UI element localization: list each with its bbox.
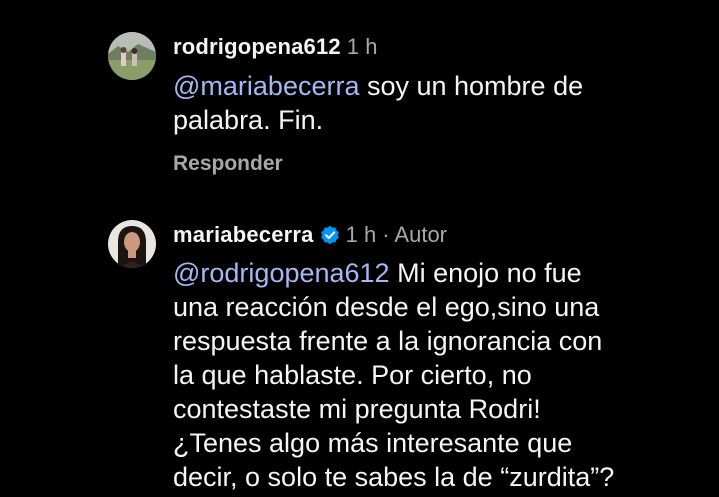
comment-line-text: soy un hombre de (359, 71, 584, 101)
comment-line: ¿Tenes algo más interesante que (173, 428, 573, 458)
comment-line: una reacción desde el ego,sino una (173, 292, 600, 322)
comment-rodrigopena612: rodrigopena612 1 h @mariabecerra soy un … (0, 0, 719, 200)
comment-line: respuesta frente a la ignorancia con (173, 326, 603, 356)
mention-link[interactable]: @rodrigopena612 (173, 258, 390, 288)
verified-badge-icon (320, 225, 339, 245)
comment-text: @rodrigopena612 Mi enojo no fue una reac… (173, 256, 602, 426)
comment-line: contestaste mi pregunta Rodri! (173, 394, 541, 424)
avatar-photo-icon (108, 220, 156, 268)
timestamp: 1 h (346, 34, 378, 59)
comment-line: la que hablaste. Por cierto, no (173, 360, 532, 390)
comment-header: rodrigopena612 1 h (173, 34, 377, 60)
avatar-photo-icon (108, 32, 156, 80)
comment-text: @mariabecerra soy un hombre de palabra. … (173, 69, 583, 137)
comment-line-text: Mi enojo no fue (389, 258, 582, 288)
username-link[interactable]: rodrigopena612 (173, 34, 341, 60)
comment-line: decir, o solo te sabes la de “zurdita”? (173, 462, 615, 492)
avatar-rodrigopena612[interactable] (108, 32, 156, 80)
timestamp: 1 h (345, 222, 377, 247)
author-label: · Autor (382, 222, 448, 247)
reply-button[interactable]: Responder (173, 152, 283, 176)
avatar-mariabecerra[interactable] (108, 220, 156, 268)
comment-line: @rodrigopena612 Mi enojo no fue (173, 256, 602, 290)
comment-text-continued: ¿Tenes algo más interesante que decir, o… (173, 426, 614, 494)
username-link[interactable]: mariabecerra (173, 222, 314, 248)
comment-line: palabra. Fin. (173, 105, 324, 135)
comment-mariabecerra: mariabecerra 1 h · Autor @rodrigopena612… (0, 200, 719, 497)
mention-link[interactable]: @mariabecerra (173, 71, 359, 101)
comment-line: @mariabecerra soy un hombre de (173, 69, 583, 103)
comment-header: mariabecerra 1 h · Autor (173, 222, 447, 248)
